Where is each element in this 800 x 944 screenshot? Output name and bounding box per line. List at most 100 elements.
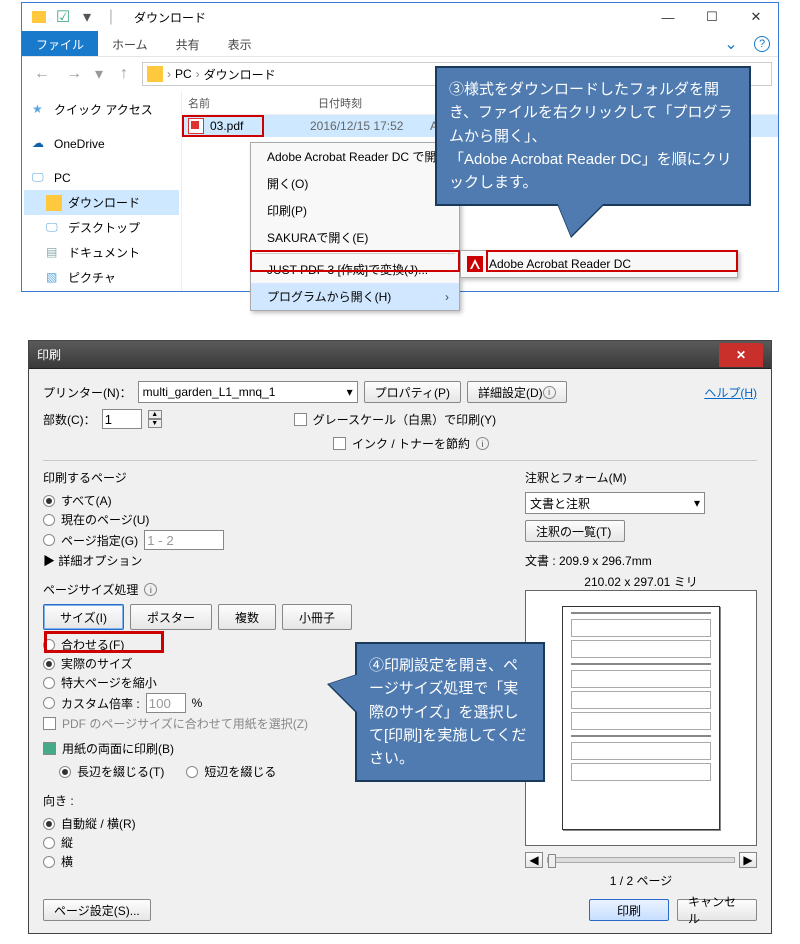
copies-down[interactable]: ▼ (148, 419, 162, 428)
cancel-button[interactable]: キャンセル (677, 899, 757, 921)
dialog-close-button[interactable]: ✕ (719, 343, 763, 367)
print-preview (525, 590, 757, 846)
radio-orient-portrait[interactable] (43, 837, 55, 849)
col-name[interactable]: 名前 (182, 95, 312, 111)
copies-input[interactable] (102, 409, 142, 429)
advanced-button[interactable]: 詳細設定(D) i (467, 381, 567, 403)
help-link[interactable]: ヘルプ(H) (704, 384, 757, 401)
printer-select[interactable]: multi_garden_L1_mnq_1▾ (138, 381, 358, 403)
preview-next-button[interactable]: ▶ (739, 852, 757, 868)
radio-actual[interactable] (43, 658, 55, 670)
ctx-open[interactable]: 開く(O) (251, 170, 459, 197)
back-button[interactable]: ← (28, 61, 56, 87)
maximize-button[interactable]: ☐ (690, 3, 734, 31)
pager-label: 1 / 2 ページ (525, 872, 757, 889)
tab-share[interactable]: 共有 (162, 31, 214, 56)
close-button[interactable]: ✕ (734, 3, 778, 31)
grayscale-checkbox[interactable] (294, 413, 307, 426)
adobe-icon (467, 256, 483, 272)
radio-orient-auto[interactable] (43, 818, 55, 830)
nav-pictures[interactable]: ▧ピクチャ (24, 265, 179, 290)
info-icon: i (144, 583, 157, 596)
radio-fit[interactable] (43, 639, 55, 651)
preview-size-label: 210.02 x 297.01 ミリ (525, 573, 757, 590)
folder-icon (46, 195, 62, 211)
info-icon: i (476, 437, 489, 450)
tab-size[interactable]: サイズ(I) (43, 604, 124, 630)
col-date[interactable]: 日付時刻 (312, 95, 432, 111)
tab-file[interactable]: ファイル (22, 31, 98, 56)
custom-scale-input[interactable] (146, 693, 186, 713)
file-date: 2016/12/15 17:52 (310, 119, 430, 133)
qat-dropdown-icon[interactable]: ▾ (76, 6, 98, 28)
tab-poster[interactable]: ポスター (130, 604, 212, 630)
document-icon: ▤ (46, 245, 62, 261)
up-button[interactable]: ↑ (110, 61, 138, 87)
dialog-titlebar: 印刷 ✕ (29, 341, 771, 369)
forward-button[interactable]: → (60, 61, 88, 87)
folder-icon (28, 6, 50, 28)
instruction-callout-4: ④印刷設定を開き、ページサイズ処理で「実際のサイズ」を選択して[印刷]を実施して… (355, 642, 545, 782)
more-options-toggle[interactable]: ▶ 詳細オプション (43, 552, 511, 569)
star-icon: ★ (32, 102, 48, 118)
print-button[interactable]: 印刷 (589, 899, 669, 921)
highlight-file (182, 115, 264, 137)
annotations-select[interactable]: 文書と注釈▾ (525, 492, 705, 514)
nav-downloads[interactable]: ダウンロード (24, 190, 179, 215)
save-ink-checkbox[interactable] (333, 437, 346, 450)
nav-pane: ★クイック アクセス ☁OneDrive 🖵PC ダウンロード 🖵デスクトップ … (22, 91, 182, 291)
highlight-adobe (486, 250, 738, 272)
copies-up[interactable]: ▲ (148, 410, 162, 419)
radio-custom[interactable] (43, 697, 55, 709)
nav-documents[interactable]: ▤ドキュメント (24, 240, 179, 265)
tab-booklet[interactable]: 小冊子 (282, 604, 352, 630)
nav-desktop[interactable]: 🖵デスクトップ (24, 215, 179, 240)
radio-long-edge[interactable] (59, 766, 71, 778)
ctx-open-adobe[interactable]: Adobe Acrobat Reader DC で開く (251, 143, 459, 170)
annotations-label: 注釈とフォーム(M) (525, 469, 757, 486)
nav-quick-access[interactable]: ★クイック アクセス (24, 97, 179, 122)
minimize-button[interactable]: — (646, 3, 690, 31)
preview-page (562, 606, 720, 830)
radio-current[interactable] (43, 514, 55, 526)
properties-icon[interactable]: ☑ (52, 6, 74, 28)
ribbon: ファイル ホーム 共有 表示 ⌄ ? (22, 31, 778, 57)
breadcrumb-pc[interactable]: PC (175, 67, 192, 81)
nav-pc[interactable]: 🖵PC (24, 166, 179, 190)
ctx-print[interactable]: 印刷(P) (251, 197, 459, 224)
context-menu: Adobe Acrobat Reader DC で開く 開く(O) 印刷(P) … (250, 142, 460, 311)
radio-range[interactable] (43, 534, 55, 546)
page-setup-button[interactable]: ページ設定(S)... (43, 899, 151, 921)
duplex-checkbox[interactable] (43, 742, 56, 755)
radio-all[interactable] (43, 495, 55, 507)
size-section-label: ページサイズ処理 (43, 581, 138, 598)
ctx-sakura[interactable]: SAKURAで開く(E) (251, 224, 459, 251)
pages-section-label: 印刷するページ (43, 469, 511, 486)
tab-home[interactable]: ホーム (98, 31, 162, 56)
tab-view[interactable]: 表示 (214, 31, 266, 56)
dialog-title: 印刷 (37, 346, 61, 363)
grayscale-label: グレースケール（白黒）で印刷(Y) (313, 411, 496, 428)
annotations-list-button[interactable]: 注釈の一覧(T) (525, 520, 625, 542)
ctx-open-with[interactable]: プログラムから開く(H) › (251, 283, 459, 310)
preview-prev-button[interactable]: ◀ (525, 852, 543, 868)
titlebar: ☑ ▾ | ダウンロード — ☐ ✕ (22, 3, 778, 31)
recent-dropdown[interactable]: ▾ (92, 61, 106, 87)
tab-multi[interactable]: 複数 (218, 604, 276, 630)
properties-button[interactable]: プロパティ(P) (364, 381, 461, 403)
radio-shrink[interactable] (43, 677, 55, 689)
chevron-right-icon: › (445, 290, 449, 304)
printer-label: プリンター(N)： (43, 384, 132, 401)
ribbon-collapse-icon[interactable]: ⌄ (716, 31, 746, 56)
cloud-icon: ☁ (32, 136, 48, 152)
help-icon[interactable]: ? (754, 36, 770, 52)
preview-slider[interactable] (547, 857, 735, 863)
save-ink-label: インク / トナーを節約 (352, 435, 470, 452)
breadcrumb-folder[interactable]: ダウンロード (204, 66, 276, 83)
radio-short-edge[interactable] (186, 766, 198, 778)
radio-orient-landscape[interactable] (43, 856, 55, 868)
pc-icon: 🖵 (32, 170, 48, 186)
nav-onedrive[interactable]: ☁OneDrive (24, 132, 179, 156)
pdf-size-checkbox[interactable] (43, 717, 56, 730)
range-input[interactable] (144, 530, 224, 550)
